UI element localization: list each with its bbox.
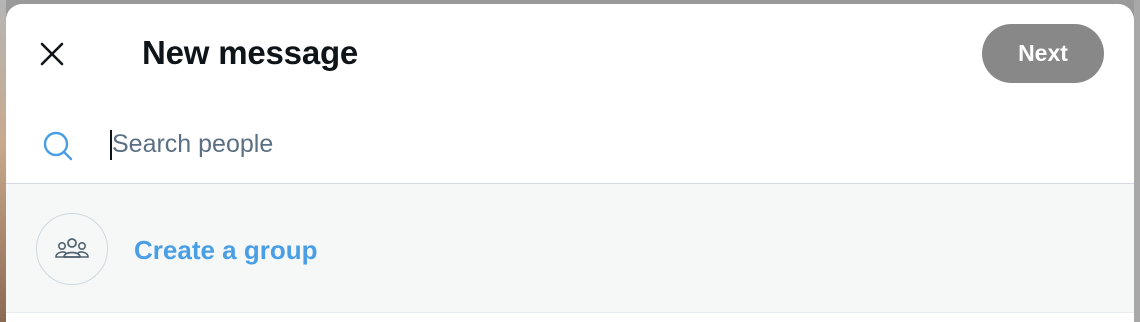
create-group-row[interactable]: Create a group <box>6 184 1134 312</box>
close-button[interactable] <box>30 32 74 76</box>
background-page-edge-right <box>1134 0 1140 322</box>
search-people-input[interactable] <box>110 122 1072 166</box>
dialog-title: New message <box>142 34 359 71</box>
group-icon <box>55 238 89 258</box>
dialog-header: New message Next <box>6 4 1134 104</box>
close-icon <box>40 42 64 66</box>
new-message-dialog: New message Next Create a group <box>6 4 1134 322</box>
divider <box>6 312 1134 313</box>
search-row <box>6 104 1134 184</box>
create-group-label: Create a group <box>134 235 318 265</box>
search-icon <box>43 131 73 161</box>
next-button[interactable]: Next <box>982 24 1104 83</box>
group-avatar <box>36 213 108 285</box>
text-cursor <box>110 130 112 160</box>
